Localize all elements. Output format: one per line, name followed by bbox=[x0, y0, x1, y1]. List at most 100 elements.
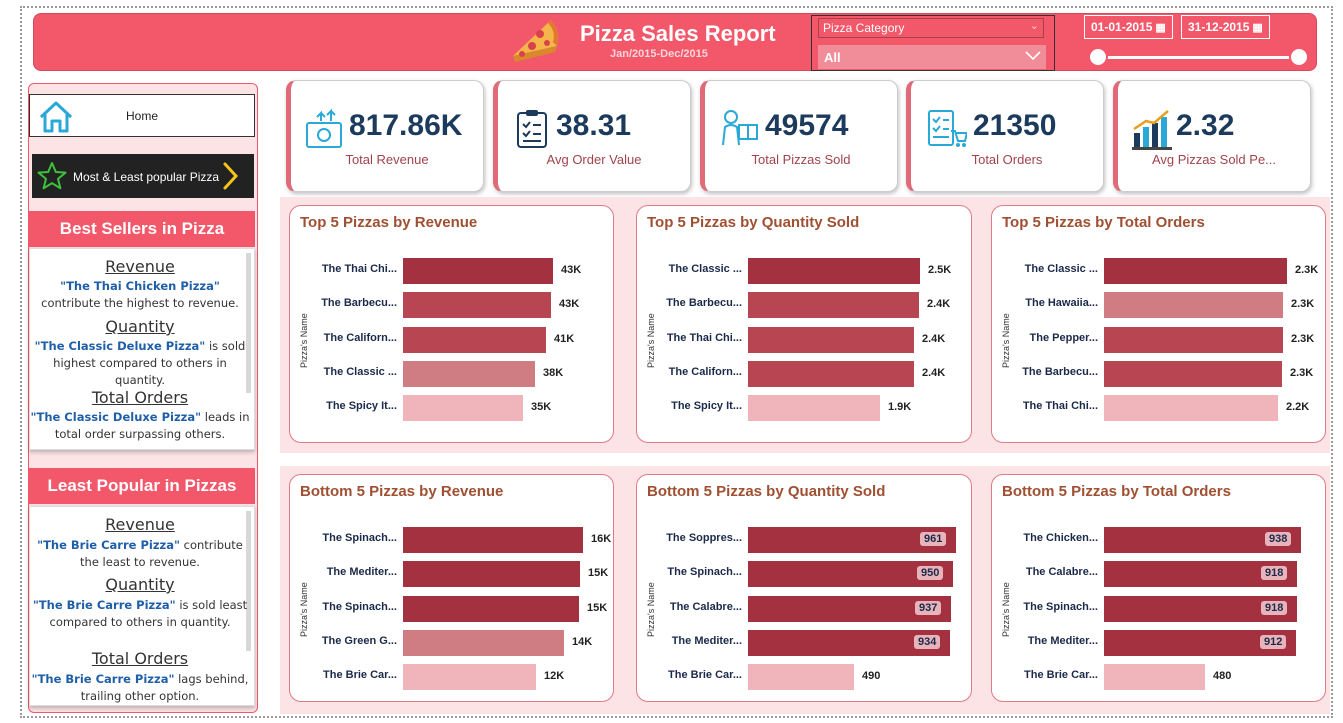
category-label: The Spinach... bbox=[1023, 600, 1098, 613]
kpi-card-total-orders: 21350 Total Orders bbox=[906, 80, 1104, 192]
calendar-icon[interactable]: ▦ bbox=[1155, 22, 1165, 34]
bar[interactable] bbox=[1104, 360, 1282, 387]
bar[interactable] bbox=[748, 360, 914, 387]
data-label: 950 bbox=[917, 566, 944, 581]
bar[interactable] bbox=[403, 629, 564, 656]
best-sellers-panel: Revenue "The Thai Chicken Pizza" contribu… bbox=[29, 248, 255, 450]
category-label: The Spinach... bbox=[322, 532, 397, 544]
data-label: 2.3K bbox=[1291, 298, 1315, 311]
bar[interactable] bbox=[403, 326, 546, 353]
category-label: The Soppres... bbox=[666, 532, 742, 544]
chevron-down-icon: ⌄ bbox=[1029, 20, 1039, 32]
data-label: 38K bbox=[543, 366, 564, 379]
chart-title: Bottom 5 Pizzas by Total Orders bbox=[1002, 483, 1231, 500]
data-label: 2.3K bbox=[1295, 264, 1319, 276]
bar-chart: Bottom 5 Pizzas by Total Orders Pizza's N… bbox=[991, 474, 1326, 702]
data-label: 2.3K bbox=[1290, 366, 1314, 379]
best-orders-title: Total Orders bbox=[91, 388, 189, 407]
chart-title: Top 5 Pizzas by Total Orders bbox=[1002, 214, 1205, 231]
bar[interactable] bbox=[1104, 258, 1287, 284]
calendar-icon[interactable]: ▦ bbox=[1252, 22, 1262, 34]
chevron-right-icon bbox=[223, 162, 239, 190]
least-orders-title: Total Orders bbox=[91, 649, 189, 668]
bar[interactable] bbox=[403, 595, 579, 622]
date-range-start-handle[interactable] bbox=[1088, 47, 1108, 67]
least-quantity-title: Quantity bbox=[105, 575, 175, 594]
date-range-end-handle[interactable] bbox=[1289, 47, 1309, 67]
data-label: 480 bbox=[1213, 670, 1232, 683]
category-label: The Thai Chi... bbox=[666, 331, 742, 344]
bar[interactable] bbox=[1104, 395, 1278, 422]
money-icon bbox=[306, 108, 342, 148]
bar-chart: Bottom 5 Pizzas by Quantity Sold Pizza's … bbox=[636, 474, 972, 702]
kpi-value: 817.86K bbox=[349, 109, 463, 142]
bar[interactable] bbox=[748, 664, 854, 691]
bar[interactable] bbox=[1104, 664, 1205, 691]
data-label: 15K bbox=[587, 601, 608, 614]
chevron-down-icon[interactable] bbox=[1024, 46, 1042, 64]
category-label: The Brie Car... bbox=[668, 669, 742, 682]
least-popular-panel: Revenue "The Brie Carre Pizza" contribut… bbox=[29, 506, 255, 706]
bar[interactable] bbox=[403, 395, 523, 422]
category-label: The Chicken... bbox=[1023, 532, 1098, 544]
category-dropdown[interactable] bbox=[818, 45, 1046, 69]
data-label: 2.4K bbox=[922, 366, 946, 379]
category-label: The Spinach... bbox=[667, 566, 742, 579]
bar[interactable] bbox=[748, 326, 914, 353]
category-slicer-header[interactable]: Pizza Category ⌄ bbox=[818, 18, 1044, 38]
bar[interactable] bbox=[748, 395, 880, 422]
data-label: 2.5K bbox=[928, 264, 952, 276]
kpi-label: Avg Order Value bbox=[546, 152, 642, 167]
delivery-icon bbox=[722, 110, 758, 146]
date-range-slider[interactable] bbox=[1098, 56, 1301, 59]
data-label: 490 bbox=[862, 670, 881, 683]
bar-chart: Top 5 Pizzas by Revenue Pizza's Name The T… bbox=[289, 205, 614, 443]
data-label: 912 bbox=[1260, 634, 1287, 649]
category-label: The Calabre... bbox=[669, 600, 742, 613]
clipboard-icon bbox=[517, 110, 547, 148]
category-label: The Thai Chi... bbox=[321, 263, 397, 275]
category-label: The Brie Car... bbox=[323, 669, 397, 682]
kpi-label: Avg Pizzas Sold Pe... bbox=[1151, 152, 1277, 167]
bar[interactable] bbox=[403, 561, 580, 588]
category-dropdown-value: All bbox=[824, 50, 841, 65]
best-quantity-title: Quantity bbox=[105, 317, 175, 336]
bar[interactable] bbox=[403, 360, 535, 387]
data-label: 934 bbox=[914, 634, 941, 649]
category-slicer-label: Pizza Category bbox=[823, 21, 905, 35]
chart-title: Top 5 Pizzas by Quantity Sold bbox=[647, 214, 860, 231]
home-button[interactable]: Home bbox=[29, 94, 255, 137]
category-label: The Spicy It... bbox=[326, 400, 397, 413]
report-title: Pizza Sales Report bbox=[580, 21, 776, 46]
bar-chart: Bottom 5 Pizzas by Revenue Pizza's Name Th… bbox=[289, 474, 614, 702]
category-label: The Calabre... bbox=[1025, 566, 1098, 579]
bar[interactable] bbox=[403, 527, 583, 553]
bar[interactable] bbox=[748, 292, 919, 319]
kpi-value: 21350 bbox=[973, 109, 1057, 142]
start-date-input[interactable]: 01-01-2015 ▦ bbox=[1084, 15, 1173, 39]
bar[interactable] bbox=[1104, 292, 1283, 319]
category-label: The Pepper... bbox=[1029, 331, 1098, 344]
kpi-card-avg-order-value: 38.31 Avg Order Value bbox=[493, 80, 691, 192]
bar[interactable] bbox=[403, 664, 536, 691]
bar[interactable] bbox=[403, 258, 553, 284]
chart-title: Bottom 5 Pizzas by Quantity Sold bbox=[647, 483, 886, 500]
least-quantity-text: "The Brie Carre Pizza" is sold least comp… bbox=[32, 598, 248, 629]
best-revenue-title: Revenue bbox=[105, 257, 175, 276]
best-orders-text: "The Classic Deluxe Pizza" leads in total… bbox=[30, 410, 250, 441]
bar[interactable] bbox=[403, 292, 551, 319]
end-date-value: 31-12-2015 bbox=[1188, 20, 1250, 34]
bar[interactable] bbox=[1104, 326, 1283, 353]
kpi-value: 2.32 bbox=[1176, 109, 1235, 142]
least-revenue-title: Revenue bbox=[105, 515, 175, 534]
bar[interactable] bbox=[748, 258, 920, 284]
end-date-input[interactable]: 31-12-2015 ▦ bbox=[1181, 15, 1270, 39]
order-list-icon bbox=[928, 110, 967, 147]
category-label: The Mediter... bbox=[671, 634, 742, 647]
star-icon bbox=[37, 162, 67, 190]
data-label: 2.4K bbox=[922, 332, 946, 345]
popular-pizza-button[interactable]: Most & Least popular Pizza bbox=[32, 154, 254, 198]
data-label: 918 bbox=[1261, 600, 1288, 615]
data-label: 1.9K bbox=[888, 401, 912, 414]
best-sellers-heading: Best Sellers in Pizza bbox=[29, 211, 255, 247]
